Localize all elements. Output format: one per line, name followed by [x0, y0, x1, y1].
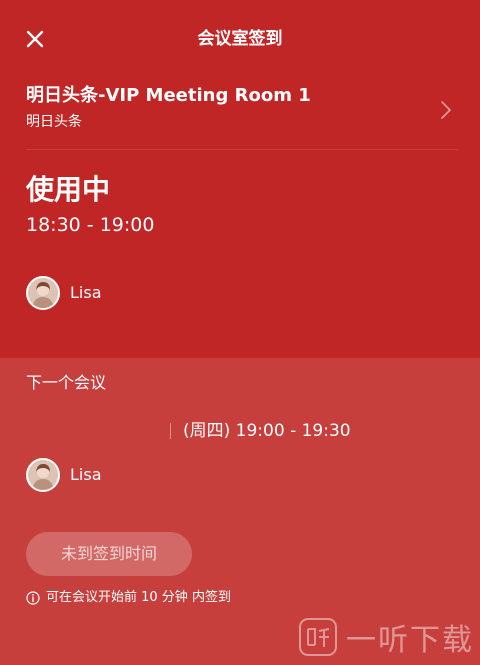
room-info-row[interactable]: 明日头条-VIP Meeting Room 1 明日头条	[26, 82, 458, 138]
next-meeting-title: 下一个会议	[26, 373, 107, 392]
checkin-button[interactable]: 未到签到时间	[26, 532, 192, 576]
watermark-text: 一听下载	[346, 623, 474, 658]
next-meeting-time-row: (周四) 19:00 - 19:30	[170, 419, 351, 443]
divider	[26, 149, 458, 150]
current-organizer: Lisa	[26, 275, 102, 311]
info-icon	[26, 591, 40, 605]
chevron-right-icon	[441, 101, 451, 119]
status-text: 使用中	[26, 173, 111, 206]
room-name: 明日头条-VIP Meeting Room 1	[26, 85, 311, 106]
time-separator	[170, 423, 171, 439]
organizer-name: Lisa	[70, 465, 102, 484]
next-organizer: Lisa	[26, 457, 102, 493]
watermark: 一听下载	[298, 615, 474, 659]
avatar	[26, 276, 60, 310]
checkin-hint: 可在会议开始前 10 分钟 内签到	[26, 588, 231, 608]
current-meeting-time: 18:30 - 19:00	[26, 214, 155, 236]
next-meeting-time: (周四) 19:00 - 19:30	[183, 421, 351, 441]
page-title: 会议室签到	[197, 29, 283, 49]
watermark-logo-icon	[299, 618, 337, 656]
room-subtitle: 明日头条	[26, 114, 82, 130]
organizer-name: Lisa	[70, 283, 102, 302]
avatar	[26, 458, 60, 492]
avatar-image	[28, 278, 58, 308]
avatar-image	[28, 460, 58, 490]
checkin-hint-text: 可在会议开始前 10 分钟 内签到	[46, 590, 231, 605]
